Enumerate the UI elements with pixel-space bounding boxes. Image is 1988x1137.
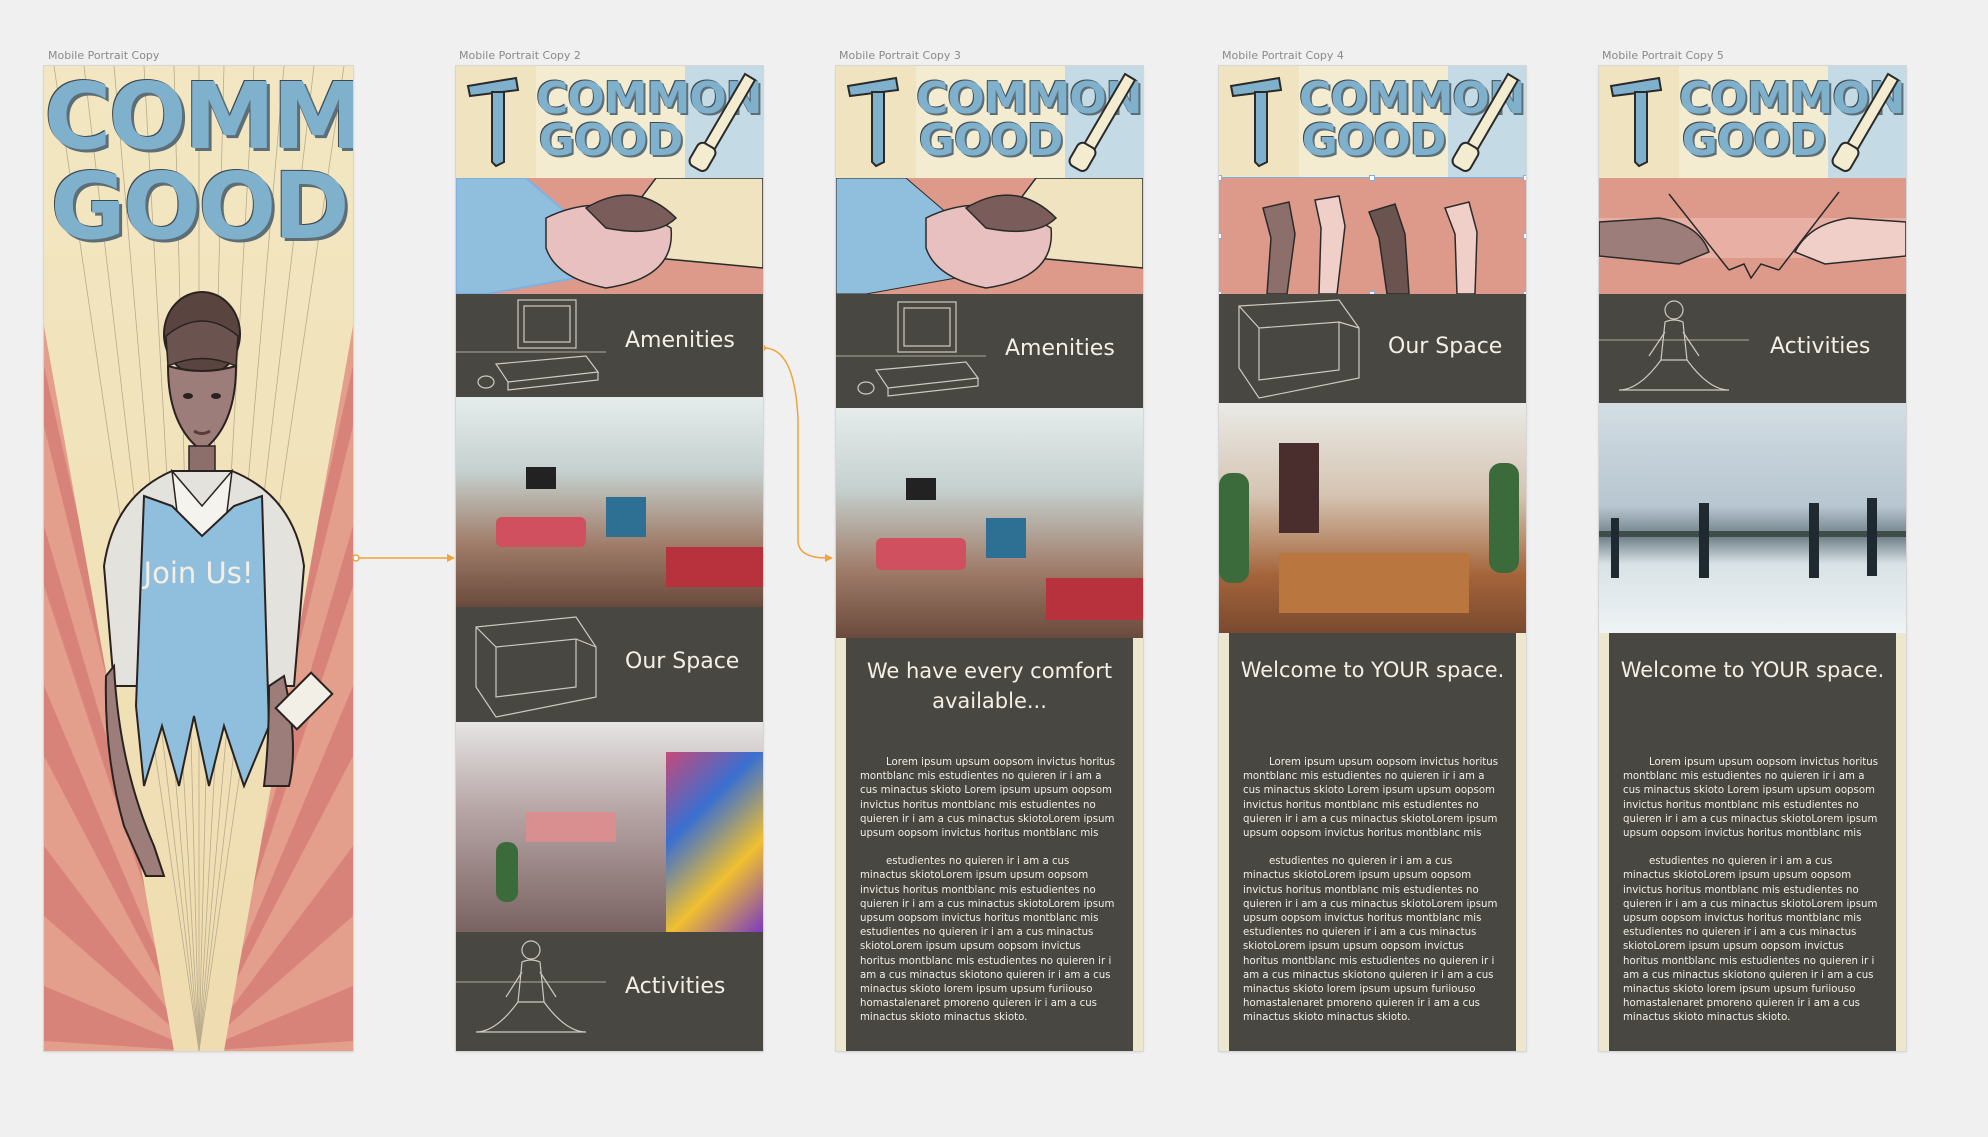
brand-line1: COMMON xyxy=(1299,73,1526,124)
lounge-photo xyxy=(456,397,763,607)
drawing-hands-banner xyxy=(1599,178,1906,294)
lounge-photo xyxy=(836,408,1143,638)
computer-icon xyxy=(456,299,606,391)
brand-line1: COMMON xyxy=(536,73,763,124)
paddleboard-yoga-photo xyxy=(1599,403,1906,633)
handshake-icon xyxy=(836,177,1143,295)
content-panel: Welcome to YOUR space. Lorem ipsum upsum… xyxy=(1219,633,1526,1051)
body-paragraph: Lorem ipsum upsum oopsom invictus horitu… xyxy=(1243,757,1499,840)
brand-logo: COMMON GOOD xyxy=(916,73,1143,166)
building-icon xyxy=(475,616,597,718)
our-space-label: Our Space xyxy=(1388,334,1503,359)
brand-line2: GOOD xyxy=(1301,115,1446,166)
brand-line2: GOOD xyxy=(538,115,683,166)
hammer-icon xyxy=(1229,76,1283,168)
artboard-label[interactable]: Mobile Portrait Copy 4 xyxy=(1222,49,1344,62)
artboard-copy-4[interactable]: COMMON GOOD Our Space Welcome to YOUR sp… xyxy=(1219,66,1526,1051)
yoga-icon xyxy=(456,940,606,1033)
content-panel: We have every comfort available... Lorem… xyxy=(836,638,1143,1051)
hammer-icon xyxy=(846,76,900,168)
dining-photo xyxy=(1219,403,1526,633)
brand-line2: GOOD xyxy=(918,115,1063,166)
content-body: Lorem ipsum upsum oopsom invictus horitu… xyxy=(1623,756,1882,1026)
body-paragraph: Lorem ipsum upsum oopsom invictus horitu… xyxy=(1623,757,1879,840)
handshake-banner xyxy=(836,177,1143,295)
saw-icon xyxy=(1831,72,1900,172)
amenities-section[interactable]: Amenities xyxy=(456,294,763,397)
brand-logo: COMMON GOOD xyxy=(1679,73,1906,166)
brand-line1: COMMON xyxy=(44,66,353,170)
header: COMMON GOOD xyxy=(1219,66,1526,178)
header: COMMON GOOD xyxy=(1599,66,1906,178)
saw-icon xyxy=(688,72,757,172)
artboard-label[interactable]: Mobile Portrait Copy 2 xyxy=(459,49,581,62)
activities-label: Activities xyxy=(625,974,726,999)
body-paragraph: Lorem ipsum upsum oopsom invictus horitu… xyxy=(860,757,1116,840)
hammer-icon xyxy=(1609,76,1663,168)
handshake-icon xyxy=(456,177,763,295)
brand-line1: COMMON xyxy=(916,73,1143,124)
activities-section[interactable]: Activities xyxy=(456,932,763,1051)
amenities-label: Amenities xyxy=(625,328,735,353)
our-space-section[interactable]: Our Space xyxy=(456,607,763,722)
our-space-label: Our Space xyxy=(625,649,740,674)
artboard-label[interactable]: Mobile Portrait Copy xyxy=(48,49,159,62)
artboard-copy-2[interactable]: COMMON GOOD Amenities Our Space Activiti… xyxy=(456,66,763,1051)
saw-icon xyxy=(1451,72,1520,172)
computer-icon xyxy=(836,301,986,397)
brand-line2: GOOD xyxy=(50,153,349,260)
activities-section[interactable]: Activities xyxy=(1599,294,1906,403)
content-body: Lorem ipsum upsum oopsom invictus horitu… xyxy=(1243,756,1502,1026)
raised-fists-icon xyxy=(1262,195,1478,295)
amenities-label: Amenities xyxy=(1005,336,1115,361)
brand-logo: COMMON GOOD xyxy=(536,73,763,166)
fists-banner[interactable] xyxy=(1219,175,1526,297)
brand-line1: COMMON xyxy=(1679,73,1906,124)
body-paragraph: estudientes no quieren ir i am a cus min… xyxy=(1623,856,1878,1024)
artboard-splash[interactable]: COMMON GOOD Join Us! xyxy=(44,66,353,1051)
hammer-icon xyxy=(466,76,520,168)
brand-line2: GOOD xyxy=(1681,115,1826,166)
artboard-copy-3[interactable]: COMMON GOOD Amenities We have every comf… xyxy=(836,66,1143,1051)
content-heading: We have every comfort available... xyxy=(866,659,1113,713)
body-paragraph: estudientes no quieren ir i am a cus min… xyxy=(1243,856,1498,1024)
join-us-button[interactable]: Join Us! xyxy=(44,556,353,590)
handshake-banner xyxy=(456,177,763,295)
activities-label: Activities xyxy=(1770,334,1871,359)
drawing-hands-icon xyxy=(1599,178,1906,294)
amenities-section[interactable]: Amenities xyxy=(836,294,1143,408)
content-heading: Welcome to YOUR space. xyxy=(1240,658,1505,682)
content-heading: Welcome to YOUR space. xyxy=(1620,658,1885,682)
brand-logo: COMMON GOOD xyxy=(1299,73,1526,166)
artboard-copy-5[interactable]: COMMON GOOD Activities Welcome to YOUR s… xyxy=(1599,66,1906,1051)
saw-icon xyxy=(1068,72,1137,172)
header: COMMON GOOD xyxy=(456,66,763,178)
artboard-label[interactable]: Mobile Portrait Copy 5 xyxy=(1602,49,1724,62)
lobby-photo xyxy=(456,722,763,932)
yoga-icon xyxy=(1599,300,1749,391)
content-panel: Welcome to YOUR space. Lorem ipsum upsum… xyxy=(1599,633,1906,1051)
body-paragraph: estudientes no quieren ir i am a cus min… xyxy=(860,856,1115,1024)
header: COMMON GOOD xyxy=(836,66,1143,178)
artboard-label[interactable]: Mobile Portrait Copy 3 xyxy=(839,49,961,62)
building-icon xyxy=(1238,299,1360,399)
our-space-section[interactable]: Our Space xyxy=(1219,294,1526,403)
content-body: Lorem ipsum upsum oopsom invictus horitu… xyxy=(860,756,1119,1026)
brand-logo: COMMON GOOD xyxy=(44,66,353,260)
